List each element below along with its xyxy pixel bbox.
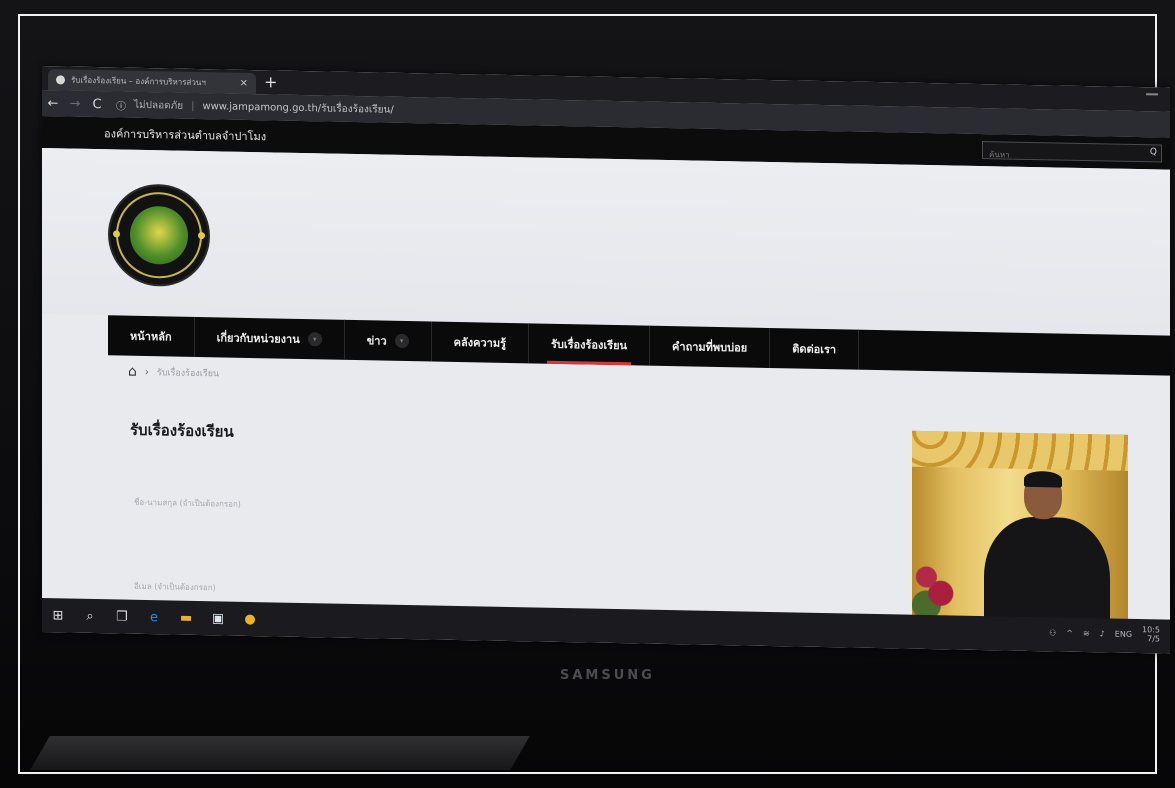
search-icon[interactable]: Q <box>1150 147 1157 157</box>
nav-item-faq[interactable]: คำถามที่พบบ่อย <box>650 325 771 368</box>
clock[interactable]: 10:5 7/5 <box>1142 625 1160 643</box>
name-field-label: ชื่อ-นามสกุล (จำเป็นต้องกรอก) <box>134 497 241 509</box>
tab-title: รับเรื่องร้องเรียน – องค์การบริหารส่วนฯ <box>71 75 206 88</box>
file-explorer-icon[interactable]: ▬ <box>170 610 202 626</box>
site-name[interactable]: องค์การบริหารส่วนตำบลจำปาโมง <box>104 124 266 145</box>
tab-close-icon[interactable]: × <box>240 78 248 89</box>
edge-browser-icon[interactable]: e <box>138 609 170 625</box>
chevron-up-icon[interactable]: ^ <box>1066 628 1073 637</box>
windows-start-icon[interactable]: ⊞ <box>42 608 74 624</box>
search-input[interactable] <box>983 147 1145 166</box>
nav-item-complaints[interactable]: รับเรื่องร้องเรียน <box>528 323 651 366</box>
language-indicator[interactable]: ENG <box>1115 629 1132 638</box>
breadcrumb-current: รับเรื่องร้องเรียน <box>156 368 220 380</box>
chevron-down-icon[interactable]: ▾ <box>394 333 409 349</box>
reload-button[interactable]: C <box>86 96 108 111</box>
nav-label: คำถามที่พบบ่อย <box>672 340 748 355</box>
store-icon[interactable]: ▣ <box>202 611 234 627</box>
back-button[interactable]: ← <box>42 96 64 111</box>
volume-icon[interactable]: ♪ <box>1100 629 1105 638</box>
people-icon[interactable]: ⚇ <box>1049 628 1056 637</box>
wifi-icon[interactable]: ≋ <box>1083 628 1090 637</box>
search-icon[interactable]: ⌕ <box>74 608 106 624</box>
nav-item-contact[interactable]: ติดต่อเรา <box>770 327 860 370</box>
page-title: รับเรื่องร้องเรียน <box>130 420 234 441</box>
clock-time: 10:5 <box>1142 625 1160 635</box>
site-search: Q <box>982 141 1162 166</box>
task-view-icon[interactable]: ❐ <box>106 609 138 625</box>
nav-label: รับเรื่องร้องเรียน <box>550 337 628 353</box>
system-tray: ⚇ ^ ≋ ♪ ENG 10:5 7/5 <box>1049 623 1160 643</box>
home-icon[interactable]: ⌂ <box>128 364 137 380</box>
forward-button[interactable]: → <box>64 96 86 111</box>
logo-emblem <box>130 205 188 265</box>
monitor-screen: รับเรื่องร้องเรียน – องค์การบริหารส่วนฯ … <box>42 66 1170 654</box>
monitor-brand: SAMSUNG <box>560 668 655 683</box>
breadcrumb: ⌂ › รับเรื่องร้องเรียน <box>128 364 219 382</box>
favicon-icon <box>56 75 65 85</box>
photo-frame: รับเรื่องร้องเรียน – องค์การบริหารส่วนฯ … <box>0 0 1175 788</box>
flower-arrangement <box>912 544 960 626</box>
nav-label: ติดต่อเรา <box>792 342 837 357</box>
organization-logo[interactable] <box>110 185 208 286</box>
nav-label: คลังความรู้ <box>453 335 506 350</box>
nav-item-knowledge[interactable]: คลังความรู้ <box>431 321 529 364</box>
clock-date: 7/5 <box>1147 634 1160 644</box>
address-separator: | <box>191 100 195 112</box>
nav-label: เกี่ยวกับหน่วยงาน <box>216 331 300 346</box>
nav-label: ข่าว <box>366 334 387 348</box>
nav-label: หน้าหลัก <box>130 329 172 344</box>
email-field-label: อีเมล (จำเป็นต้องกรอก) <box>134 581 216 593</box>
curtain-valance <box>912 430 1128 471</box>
keyboard-edge <box>30 736 530 770</box>
security-label: ไม่ปลอดภัย <box>134 99 184 112</box>
info-icon[interactable]: ⓘ <box>116 97 126 112</box>
nav-item-about[interactable]: เกี่ยวกับหน่วยงาน ▾ <box>194 316 345 360</box>
new-tab-button[interactable]: + <box>264 72 277 91</box>
site-banner <box>42 148 1170 336</box>
nav-item-news[interactable]: ข่าว ▾ <box>344 319 432 362</box>
chrome-icon[interactable]: ● <box>234 611 266 627</box>
minimize-icon[interactable] <box>1146 93 1158 96</box>
nav-item-home[interactable]: หน้าหลัก <box>108 315 195 357</box>
chevron-down-icon[interactable]: ▾ <box>307 332 322 347</box>
breadcrumb-arrow-icon: › <box>144 366 149 378</box>
logo-dot-right <box>198 231 205 240</box>
logo-dot-left <box>113 230 120 238</box>
url-text[interactable]: www.jampamong.go.th/รับเรื่องร้องเรียน/ <box>202 99 393 118</box>
person-hair <box>1024 470 1062 488</box>
